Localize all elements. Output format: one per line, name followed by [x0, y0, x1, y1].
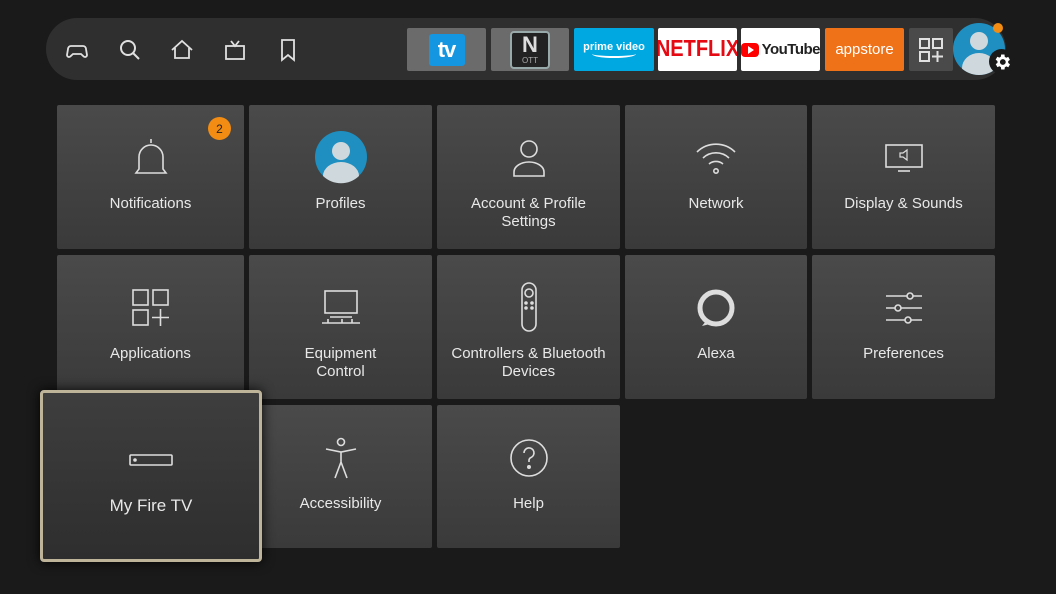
app-netflix-shortcut[interactable]: NETFLIX [658, 28, 737, 71]
tile-label: Profiles [315, 195, 366, 212]
youtube-play-icon [741, 42, 759, 57]
netflix-logo: NETFLIX [658, 36, 737, 62]
tile-label: Help [513, 495, 544, 512]
notification-dot [993, 23, 1003, 33]
ott-logo-sub: OTT [522, 56, 538, 65]
home-icon[interactable] [170, 38, 194, 62]
avatar-head [970, 32, 988, 50]
tile-help[interactable]: Help [437, 405, 620, 548]
settings-gear-icon[interactable] [989, 49, 1014, 74]
sliders-icon [885, 292, 922, 324]
monitor-speaker-icon [884, 144, 923, 172]
fire-tv-device-icon [129, 454, 173, 466]
live-tv-icon[interactable] [223, 38, 247, 62]
apps-grid-icon [919, 37, 943, 62]
tile-label: Notifications [109, 195, 192, 212]
youtube-logo: YouTube [761, 41, 820, 58]
tile-label: Alexa [697, 345, 735, 362]
tile-label: My Fire TV [109, 496, 193, 515]
app-tv-shortcut[interactable]: tv [407, 28, 486, 71]
tile-label: Equipment Control [304, 345, 377, 380]
tv-app-logo: tv [428, 33, 465, 66]
tile-my-fire-tv[interactable]: My Fire TV [40, 390, 262, 562]
tile-alexa[interactable]: Alexa [625, 255, 807, 399]
tile-label: Display & Sounds [844, 195, 963, 212]
tile-label: Preferences [863, 345, 944, 362]
game-controller-icon[interactable] [65, 38, 89, 62]
app-ott-navigator-shortcut[interactable]: N OTT [491, 28, 569, 71]
wifi-icon [696, 143, 736, 174]
ott-logo-letter: N [522, 32, 538, 57]
tile-label: Controllers & Bluetooth Devices [451, 345, 606, 380]
tile-applications[interactable]: Applications [57, 255, 244, 399]
tile-controllers-bluetooth[interactable]: Controllers & Bluetooth Devices [437, 255, 620, 399]
help-icon [509, 439, 548, 477]
accessibility-icon [325, 437, 356, 479]
apps-grid-icon [131, 289, 169, 326]
profile-avatar-icon [314, 131, 367, 184]
tile-equipment-control[interactable]: Equipment Control [249, 255, 432, 399]
all-apps-button[interactable] [909, 28, 953, 71]
prime-smile-icon [592, 50, 636, 58]
tile-network[interactable]: Network [625, 105, 807, 249]
tile-label: Account & Profile Settings [470, 195, 587, 230]
app-youtube-shortcut[interactable]: YouTube [741, 28, 820, 71]
ott-app-logo: N OTT [510, 30, 550, 69]
tile-preferences[interactable]: Preferences [812, 255, 995, 399]
app-prime-video-shortcut[interactable]: prime video [574, 28, 654, 71]
bell-icon [133, 139, 168, 174]
tile-accessibility[interactable]: Accessibility [249, 405, 432, 548]
tile-label: Applications [110, 345, 191, 362]
tile-profiles[interactable]: Profiles [249, 105, 432, 249]
search-icon[interactable] [118, 38, 142, 62]
tv-equipment-icon [321, 290, 360, 324]
tile-label: Network [688, 195, 744, 212]
app-appstore-shortcut[interactable]: appstore [825, 28, 904, 71]
remote-icon [520, 282, 537, 332]
notifications-count-badge: 2 [208, 117, 231, 140]
tile-label: Accessibility [299, 495, 382, 512]
tile-account-profile-settings[interactable]: Account & Profile Settings [437, 105, 620, 249]
appstore-logo: appstore [835, 41, 894, 58]
alexa-ring-icon [697, 289, 735, 327]
person-icon [512, 140, 545, 177]
tile-display-sounds[interactable]: Display & Sounds [812, 105, 995, 249]
bookmark-icon[interactable] [276, 38, 300, 62]
